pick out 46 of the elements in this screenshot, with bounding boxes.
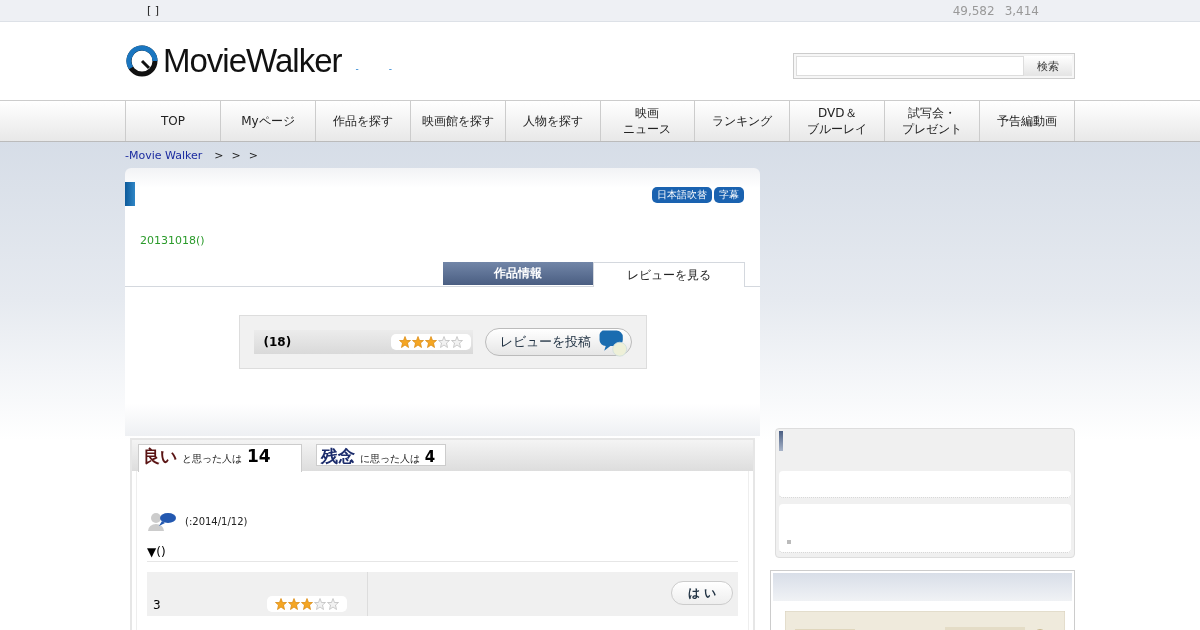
filled-star-icon <box>411 336 424 348</box>
nav-item[interactable]: DVD＆ ブルーレイ <box>789 101 885 141</box>
tab[interactable]: レビューを見る <box>593 262 745 287</box>
bullet-icon <box>787 540 791 544</box>
breadcrumb-separator: > <box>248 148 258 162</box>
nav-item[interactable]: Myページ <box>219 101 315 141</box>
review-date: (:2014/1/12) <box>185 515 248 527</box>
tab[interactable]: 作品情報 <box>443 262 593 285</box>
filled-star-icon <box>424 336 437 348</box>
nav-item[interactable]: ランキング <box>694 101 790 141</box>
nav-item[interactable]: 映画館を探す <box>409 101 505 141</box>
count-text: 3,414 <box>1004 3 1039 18</box>
nav-item[interactable]: 作品を探す <box>314 101 410 141</box>
breadcrumb-separator: > <box>214 148 224 162</box>
filled-star-icon <box>398 336 411 348</box>
review-count: (18) <box>263 335 292 349</box>
vote-tab[interactable]: 良い と思った人は 14 <box>138 444 302 472</box>
user-icon <box>147 511 177 531</box>
header-link[interactable]: - <box>388 64 392 74</box>
search-field[interactable]: 検索 <box>793 53 1075 79</box>
count-text: 49,582 <box>952 3 995 18</box>
language-badge: 字幕 <box>714 187 744 203</box>
filled-star-icon <box>288 598 300 610</box>
nav-item[interactable]: 予告編動画 <box>979 101 1076 141</box>
review-score: 3 <box>153 598 161 612</box>
logo-icon <box>125 44 159 78</box>
filled-star-icon <box>301 598 313 610</box>
nav-item[interactable]: 人物を探す <box>504 101 600 141</box>
nav-item[interactable]: TOP <box>125 101 220 141</box>
release-date: 20131018() <box>140 234 206 247</box>
post-review-button[interactable]: レビューを投稿 <box>484 328 632 356</box>
filled-star-icon <box>275 598 287 610</box>
review-toggle[interactable]: ▼() <box>147 545 738 562</box>
search-button[interactable]: 検索 <box>1024 56 1072 76</box>
breadcrumb-separator: > <box>231 148 241 162</box>
language-badge: 日本語吹替 <box>652 187 712 203</box>
speech-bubble-icon <box>597 329 629 357</box>
nav-item[interactable]: 試写会・ プレゼント <box>884 101 980 141</box>
header-link[interactable]: - <box>355 64 359 74</box>
breadcrumb-link[interactable]: -Movie Walker <box>125 148 203 162</box>
title-marker <box>125 182 135 206</box>
top-bar-text: [ ] <box>146 4 160 17</box>
yes-button[interactable]: は い <box>670 581 733 605</box>
logo-text[interactable]: MovieWalker <box>163 42 342 80</box>
nav-item[interactable]: 映画 ニュース <box>599 101 695 141</box>
vote-tab[interactable]: 残念 に思った人は 4 <box>315 444 447 466</box>
